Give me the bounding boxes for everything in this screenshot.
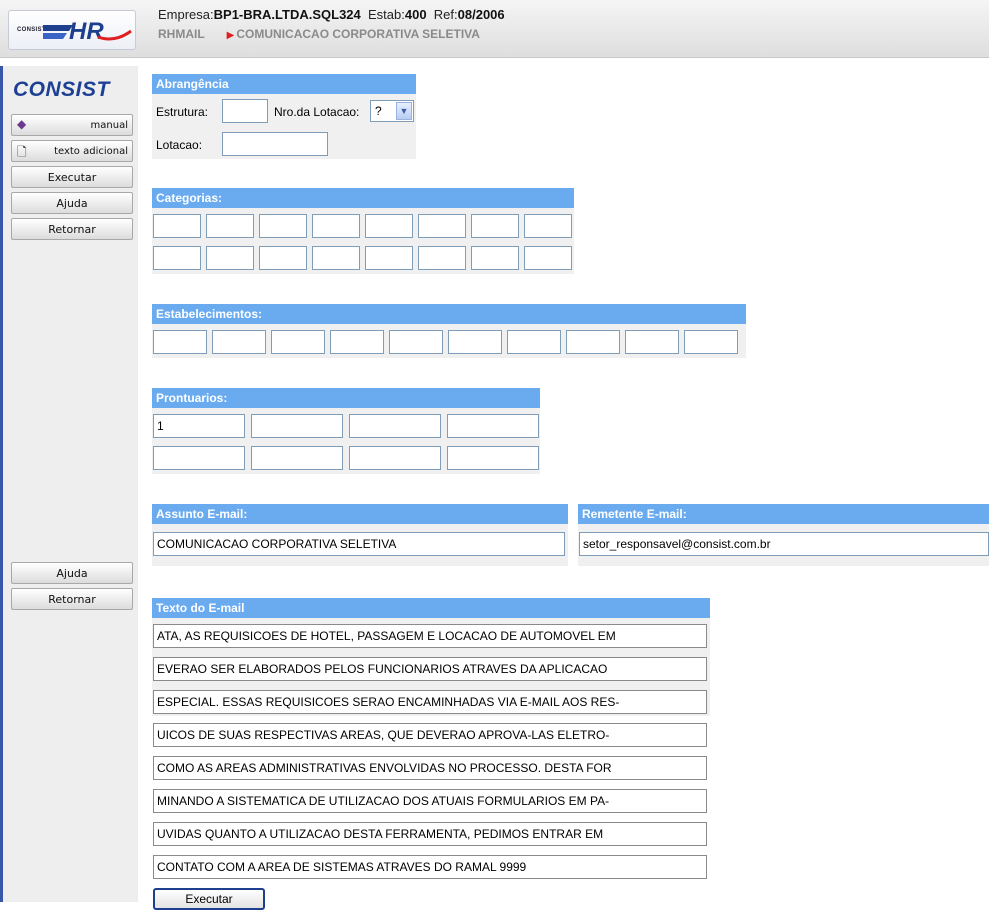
texto-email-title: Texto do E-mail xyxy=(152,598,710,618)
prontuario-input[interactable] xyxy=(447,446,539,470)
categoria-input[interactable] xyxy=(312,214,360,238)
header-context: Empresa:BP1-BRA.LTDA.SQL324 Estab:400 Re… xyxy=(158,7,505,22)
categoria-input[interactable] xyxy=(418,214,466,238)
texto-adicional-button[interactable]: 🗋 texto adicional xyxy=(11,140,133,162)
assunto-title: Assunto E-mail: xyxy=(152,504,568,524)
categoria-input[interactable] xyxy=(206,246,254,270)
remetente-input[interactable]: setor_responsavel@consist.com.br xyxy=(579,532,989,556)
texto-email-line[interactable]: UICOS DE SUAS RESPECTIVAS AREAS, QUE DEV… xyxy=(153,723,707,747)
prontuarios-title: Prontuarios: xyxy=(152,388,540,408)
estabelecimento-input[interactable] xyxy=(625,330,679,354)
texto-email-line[interactable]: CONTATO COM A AREA DE SISTEMAS ATRAVES D… xyxy=(153,855,707,879)
estabelecimento-input[interactable] xyxy=(507,330,561,354)
abrangencia-panel: Abrangência Estrutura: Nro.da Lotacao: ?… xyxy=(152,74,416,159)
categorias-title: Categorias: xyxy=(152,188,574,208)
brand-logo: CONSIST xyxy=(13,78,110,101)
categoria-input[interactable] xyxy=(206,214,254,238)
executar-button[interactable]: Executar xyxy=(153,888,265,910)
nro-lotacao-select[interactable]: ? ▼ xyxy=(370,100,414,122)
estabelecimento-input[interactable] xyxy=(271,330,325,354)
executar-side-button[interactable]: Executar xyxy=(11,166,133,188)
categoria-input[interactable] xyxy=(312,246,360,270)
categorias-panel: Categorias: xyxy=(152,188,574,274)
app-header: CONSIST HR Empresa:BP1-BRA.LTDA.SQL324 E… xyxy=(0,0,989,58)
prontuario-input[interactable] xyxy=(349,414,441,438)
logo-small-text: CONSIST xyxy=(17,27,46,33)
ajuda-button[interactable]: Ajuda xyxy=(11,192,133,214)
texto-email-line[interactable]: ESPECIAL. ESSAS REQUISICOES SERAO ENCAMI… xyxy=(153,690,707,714)
categoria-input[interactable] xyxy=(153,214,201,238)
prontuario-input[interactable]: 1 xyxy=(153,414,245,438)
breadcrumb: RHMAIL ▶ COMUNICACAO CORPORATIVA SELETIVA xyxy=(158,27,480,41)
categoria-input[interactable] xyxy=(153,246,201,270)
abrangencia-title: Abrangência xyxy=(152,74,416,94)
estabelecimento-input[interactable] xyxy=(448,330,502,354)
arrow-right-icon: ▶ xyxy=(226,30,235,41)
estabelecimento-input[interactable] xyxy=(212,330,266,354)
texto-adicional-label: texto adicional xyxy=(54,145,128,157)
consist-hr-logo: CONSIST HR xyxy=(8,10,136,50)
remetente-panel: Remetente E-mail: setor_responsavel@cons… xyxy=(578,504,989,566)
estabelecimento-input[interactable] xyxy=(153,330,207,354)
manual-button[interactable]: ◆ manual xyxy=(11,114,133,136)
texto-email-line[interactable]: ATA, AS REQUISICOES DE HOTEL, PASSAGEM E… xyxy=(153,624,707,648)
book-icon: ◆ xyxy=(17,117,27,131)
lotacao-input[interactable] xyxy=(222,132,328,156)
texto-email-line[interactable]: MINANDO A SISTEMATICA DE UTILIZACAO DOS … xyxy=(153,789,707,813)
chevron-down-icon[interactable]: ▼ xyxy=(396,102,412,120)
ref-label: Ref: xyxy=(433,7,458,22)
retornar-button[interactable]: Retornar xyxy=(11,218,133,240)
main-form: Abrangência Estrutura: Nro.da Lotacao: ?… xyxy=(150,72,989,910)
prontuario-input[interactable] xyxy=(153,446,245,470)
remetente-title: Remetente E-mail: xyxy=(578,504,989,524)
estab-label: Estab: xyxy=(368,7,405,22)
empresa-label: Empresa: xyxy=(158,7,214,22)
manual-label: manual xyxy=(90,119,128,131)
estabelecimentos-title: Estabelecimentos: xyxy=(152,304,746,324)
prontuario-input[interactable] xyxy=(251,414,343,438)
prontuario-input[interactable] xyxy=(349,446,441,470)
estabelecimentos-panel: Estabelecimentos: xyxy=(152,304,746,358)
retornar-bottom-button[interactable]: Retornar xyxy=(11,588,133,610)
estabelecimento-input[interactable] xyxy=(330,330,384,354)
nro-lotacao-label: Nro.da Lotacao: xyxy=(274,105,360,119)
lotacao-label: Lotacao: xyxy=(156,138,203,152)
categoria-input[interactable] xyxy=(418,246,466,270)
ajuda-bottom-button[interactable]: Ajuda xyxy=(11,562,133,584)
categoria-input[interactable] xyxy=(365,246,413,270)
categoria-input[interactable] xyxy=(524,214,572,238)
hr-logo-icon: HR xyxy=(43,18,132,45)
categoria-input[interactable] xyxy=(365,214,413,238)
categoria-input[interactable] xyxy=(471,246,519,270)
estabelecimento-input[interactable] xyxy=(566,330,620,354)
categoria-input[interactable] xyxy=(524,246,572,270)
assunto-input[interactable]: COMUNICACAO CORPORATIVA SELETIVA xyxy=(153,532,565,556)
ref-value: 08/2006 xyxy=(457,7,505,22)
sidebar: CONSIST ◆ manual 🗋 texto adicional Execu… xyxy=(0,66,138,902)
prontuario-input[interactable] xyxy=(447,414,539,438)
estab-value: 400 xyxy=(404,7,427,22)
empresa-value: BP1-BRA.LTDA.SQL324 xyxy=(213,7,361,22)
logo-large-text: HR xyxy=(69,18,104,45)
categoria-input[interactable] xyxy=(259,246,307,270)
page-title: COMUNICACAO CORPORATIVA SELETIVA xyxy=(236,27,480,41)
assunto-panel: Assunto E-mail: COMUNICACAO CORPORATIVA … xyxy=(152,504,568,566)
categoria-input[interactable] xyxy=(259,214,307,238)
nro-lotacao-value: ? xyxy=(375,104,382,118)
estabelecimento-input[interactable] xyxy=(684,330,738,354)
estrutura-label: Estrutura: xyxy=(156,105,209,119)
estrutura-input[interactable] xyxy=(222,99,268,123)
texto-email-line[interactable]: COMO AS AREAS ADMINISTRATIVAS ENVOLVIDAS… xyxy=(153,756,707,780)
prontuario-input[interactable] xyxy=(251,446,343,470)
document-icon: 🗋 xyxy=(17,145,27,159)
prontuarios-panel: Prontuarios: 1 xyxy=(152,388,540,474)
module-name: RHMAIL xyxy=(158,27,205,41)
categoria-input[interactable] xyxy=(471,214,519,238)
texto-email-line[interactable]: UVIDAS QUANTO A UTILIZACAO DESTA FERRAME… xyxy=(153,822,707,846)
estabelecimento-input[interactable] xyxy=(389,330,443,354)
texto-email-line[interactable]: EVERAO SER ELABORADOS PELOS FUNCIONARIOS… xyxy=(153,657,707,681)
